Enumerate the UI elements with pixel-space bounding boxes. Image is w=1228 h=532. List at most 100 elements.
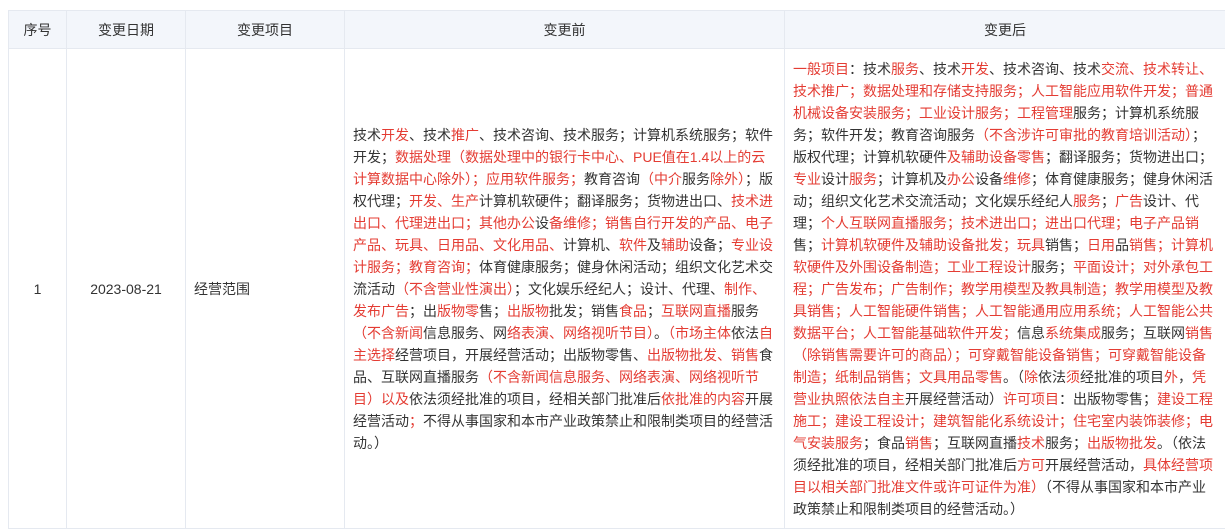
- changed-text-segment: 互联网直播: [661, 303, 731, 319]
- text-segment: 、技术咨询、技术: [989, 61, 1101, 77]
- text-segment: 、技术: [409, 127, 451, 143]
- changed-text-segment: 技术: [1017, 435, 1045, 451]
- changed-text-segment: （不含新闻: [353, 325, 423, 341]
- text-segment: ；翻译服务；货物进出口；: [1045, 149, 1213, 165]
- cell-after: 一般项目：技术服务、技术开发、技术咨询、技术交流、技术转让、技术推广；数据处理和…: [784, 48, 1225, 529]
- text-segment: 技术: [353, 127, 381, 143]
- changed-text-segment: 出版物批发: [1087, 435, 1157, 451]
- changed-text-segment: 辅助: [661, 237, 689, 253]
- changed-text-segment: 依批准的内容: [661, 391, 745, 407]
- text-segment: 依法: [731, 325, 759, 341]
- text-segment: 计算机、: [563, 237, 619, 253]
- changed-text-segment: 服务: [849, 171, 877, 187]
- text-segment: 服务: [731, 303, 759, 319]
- changed-text-segment: 计算机软硬件及辅助设备批发；玩具: [821, 237, 1045, 253]
- text-segment: 。（: [1003, 369, 1024, 385]
- changed-text-segment: 版物零: [437, 303, 479, 319]
- cell-before: 技术开发、技术推广、技术咨询、技术服务；计算机系统服务；软件开发；数据处理（数据…: [344, 48, 785, 529]
- header-row: 序号 变更日期 变更项目 变更前 变更后: [8, 10, 1225, 49]
- text-segment: ；食品: [863, 435, 905, 451]
- text-segment: 经批准的项目: [1080, 369, 1164, 385]
- text-segment: 设备；: [689, 237, 731, 253]
- changed-text-segment: 出版物批发、销售: [647, 347, 759, 363]
- changed-text-segment: 销售: [905, 435, 933, 451]
- text-segment: 计算机软硬件；翻译服务；货物进出口、: [479, 193, 731, 209]
- text-segment: 销售；: [1045, 237, 1087, 253]
- text-segment: ；出: [409, 303, 437, 319]
- text-segment: 设: [535, 215, 549, 231]
- text-segment: 批发；销售: [549, 303, 619, 319]
- changed-text-segment: 许可项目: [1003, 391, 1059, 407]
- text-segment: 依法须经批准的项目，经相关部门批准后: [409, 391, 661, 407]
- text-segment: 依法: [1038, 369, 1066, 385]
- column-header-after: 变更后: [784, 10, 1225, 49]
- change-record-table-container: 序号 变更日期 变更项目 变更前 变更后 1 2023-08-21 经营范围 技…: [8, 10, 1225, 532]
- column-header-index: 序号: [8, 10, 67, 49]
- text-segment: 售；: [793, 237, 821, 253]
- cell-change-date: 2023-08-21: [66, 48, 186, 529]
- changed-text-segment: 一般项目: [793, 61, 849, 77]
- changed-text-segment: 广告: [1115, 193, 1143, 209]
- before-content: 技术开发、技术推广、技术咨询、技术服务；计算机系统服务；软件开发；数据处理（数据…: [353, 124, 776, 454]
- text-segment: 服务；: [1031, 259, 1073, 275]
- changed-text-segment: 个人互联网直播服务；技术进出口；进出口代理；电子产品销: [821, 215, 1199, 231]
- changed-text-segment: ；: [409, 413, 423, 429]
- text-segment: 服务；互联网: [1101, 325, 1185, 341]
- text-segment: ：技术: [849, 61, 891, 77]
- text-segment: ，: [1178, 369, 1192, 385]
- changed-text-segment: （中介: [640, 171, 682, 187]
- text-segment: 售；: [479, 303, 507, 319]
- column-header-before: 变更前: [344, 10, 785, 49]
- changed-text-segment: 络表演、网络视听节目）: [507, 325, 654, 341]
- changed-text-segment: 方可: [1017, 457, 1045, 473]
- text-segment: 开展经营活动）: [905, 391, 1003, 407]
- text-segment: 及: [647, 237, 661, 253]
- changed-text-segment: 除: [1024, 369, 1038, 385]
- changed-text-segment: 日用: [1087, 237, 1115, 253]
- changed-text-segment: （市场主体: [668, 325, 731, 341]
- table-header: 序号 变更日期 变更项目 变更前 变更后: [8, 10, 1225, 49]
- text-segment: 经营项目，开展经营活动；出版物零售、: [395, 347, 647, 363]
- text-segment: 品: [1115, 237, 1129, 253]
- text-segment: 服务；: [1045, 435, 1087, 451]
- changed-text-segment: 服务: [891, 61, 919, 77]
- changed-text-segment: 食品: [619, 303, 647, 319]
- changed-text-segment: 软件: [619, 237, 647, 253]
- text-segment: 设备: [975, 171, 1003, 187]
- text-segment: ；: [647, 303, 661, 319]
- cell-change-item: 经营范围: [185, 48, 345, 529]
- column-header-change-date: 变更日期: [66, 10, 186, 49]
- changed-text-segment: 及辅助设备零售: [947, 149, 1045, 165]
- changed-text-segment: （不含涉许可审批的教育培训活动）: [975, 127, 1192, 143]
- text-segment: 。: [654, 325, 668, 341]
- changed-text-segment: 除外）: [710, 171, 745, 187]
- changed-text-segment: 办公: [947, 171, 975, 187]
- text-segment: 信息: [1017, 325, 1045, 341]
- after-content: 一般项目：技术服务、技术开发、技术咨询、技术交流、技术转让、技术推广；数据处理和…: [793, 58, 1217, 520]
- text-segment: ；文化娱乐经纪人；设计、代理、: [514, 281, 724, 297]
- changed-text-segment: 维修: [1003, 171, 1031, 187]
- changed-text-segment: 推广: [451, 127, 479, 143]
- changed-text-segment: 服务: [1073, 193, 1101, 209]
- table-body: 1 2023-08-21 经营范围 技术开发、技术推广、技术咨询、技术服务；计算…: [8, 48, 1225, 529]
- text-segment: 信息服务、网: [423, 325, 507, 341]
- text-segment: ；计算机及: [877, 171, 947, 187]
- changed-text-segment: 开发: [381, 127, 409, 143]
- text-segment: ：出版物零售；: [1059, 391, 1157, 407]
- changed-text-segment: 开发: [961, 61, 989, 77]
- text-segment: 教育咨询: [584, 171, 640, 187]
- changed-text-segment: 专业: [793, 171, 821, 187]
- text-segment: ；: [1101, 193, 1115, 209]
- text-segment: 设计: [821, 171, 849, 187]
- cell-index: 1: [8, 48, 67, 529]
- text-segment: 、技术: [919, 61, 961, 77]
- change-record-table: 序号 变更日期 变更项目 变更前 变更后 1 2023-08-21 经营范围 技…: [8, 10, 1225, 529]
- changed-text-segment: 外: [1164, 369, 1178, 385]
- table-row: 1 2023-08-21 经营范围 技术开发、技术推广、技术咨询、技术服务；计算…: [8, 48, 1225, 529]
- text-segment: ；互联网直播: [933, 435, 1017, 451]
- changed-text-segment: （不含营业性演出）: [395, 281, 514, 297]
- changed-text-segment: 须: [1066, 369, 1080, 385]
- column-header-change-item: 变更项目: [185, 10, 345, 49]
- changed-text-segment: 系统集成: [1045, 325, 1101, 341]
- text-segment: 服务: [682, 171, 710, 187]
